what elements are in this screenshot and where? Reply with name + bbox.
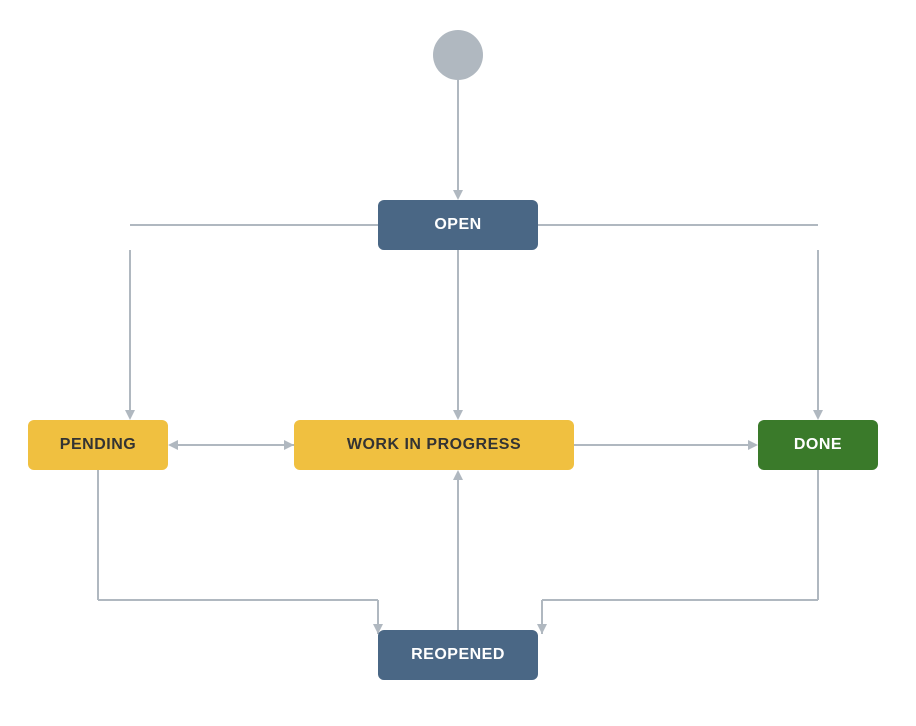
- node-reopened-label: REOPENED: [411, 646, 505, 664]
- start-node: [433, 30, 483, 80]
- node-pending-label: PENDING: [60, 436, 136, 454]
- node-open[interactable]: OPEN: [378, 200, 538, 250]
- node-done[interactable]: DONE: [758, 420, 878, 470]
- node-pending[interactable]: PENDING: [28, 420, 168, 470]
- node-wip-label: WORK IN PROGRESS: [347, 436, 521, 454]
- node-open-label: OPEN: [434, 216, 481, 234]
- node-wip[interactable]: WORK IN PROGRESS: [294, 420, 574, 470]
- arrows-svg: [0, 0, 916, 726]
- node-reopened[interactable]: REOPENED: [378, 630, 538, 680]
- node-done-label: DONE: [794, 436, 842, 454]
- diagram-container: OPEN PENDING WORK IN PROGRESS DONE REOPE…: [0, 0, 916, 726]
